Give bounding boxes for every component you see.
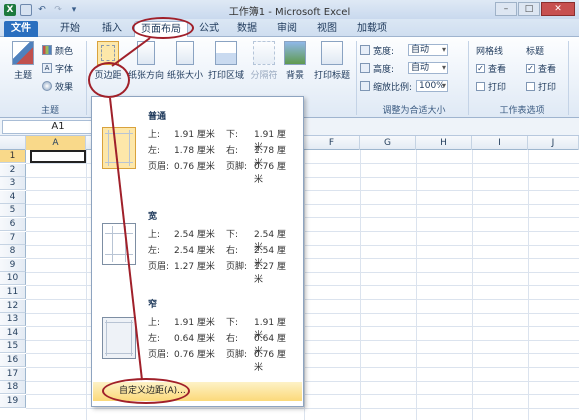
annotation-connector-lines — [109, 37, 151, 381]
